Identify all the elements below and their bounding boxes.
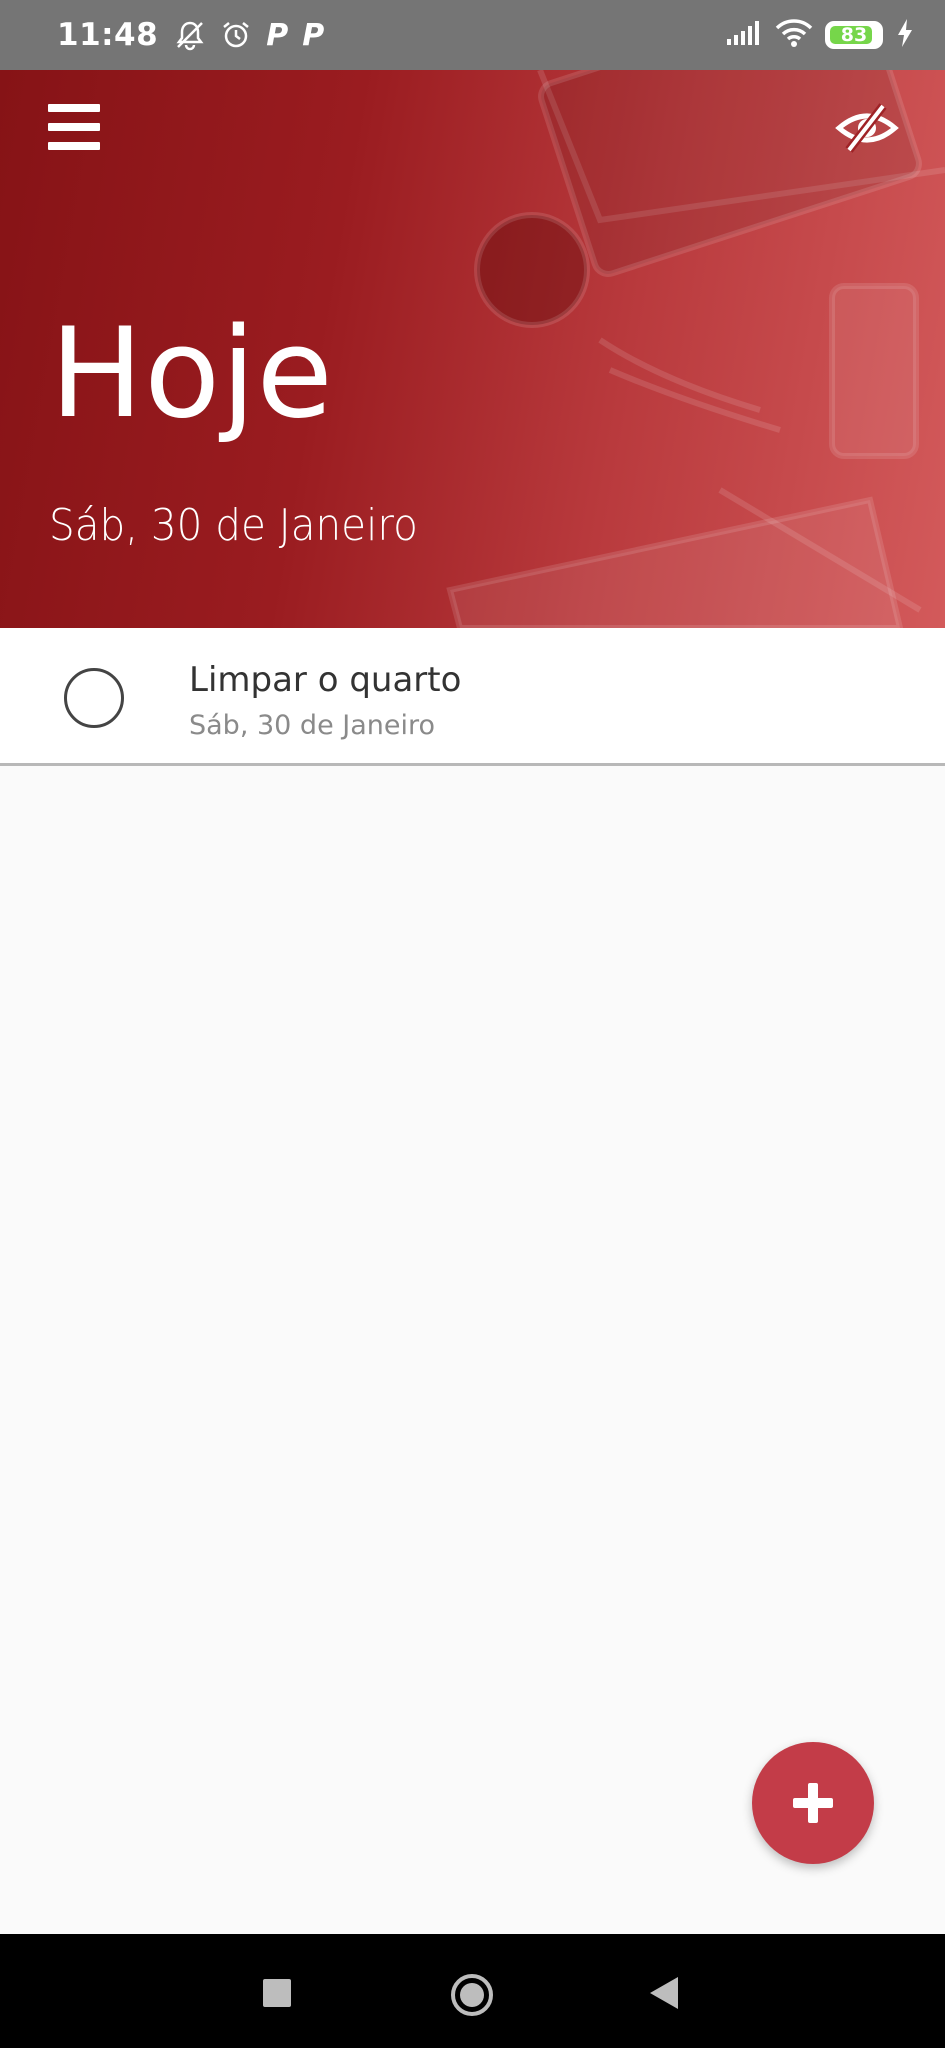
task-row[interactable]: Limpar o quarto Sáb, 30 de Janeiro bbox=[0, 628, 945, 766]
task-name: Limpar o quarto bbox=[189, 660, 462, 700]
battery-icon: 83 bbox=[825, 21, 883, 49]
home-button[interactable] bbox=[451, 1974, 493, 2016]
plus-icon bbox=[793, 1783, 833, 1823]
system-icons: 83 bbox=[725, 18, 915, 53]
battery-level: 83 bbox=[840, 24, 868, 46]
bell-off-icon bbox=[174, 19, 206, 51]
task-checkbox[interactable] bbox=[64, 668, 124, 728]
header-banner: Hoje Sáb, 30 de Janeiro bbox=[0, 70, 945, 628]
task-date: Sáb, 30 de Janeiro bbox=[189, 710, 436, 741]
page-title: Hoje bbox=[50, 302, 334, 446]
navigation-bar bbox=[0, 1934, 945, 2048]
menu-button[interactable] bbox=[48, 104, 100, 150]
status-time: 11:48 bbox=[57, 17, 159, 53]
signal-icon bbox=[725, 19, 763, 52]
notification-icons: P P bbox=[174, 18, 324, 53]
add-task-button[interactable] bbox=[752, 1742, 874, 1864]
p-app-icon: P bbox=[266, 17, 289, 53]
wifi-icon bbox=[775, 18, 813, 53]
recent-apps-button[interactable] bbox=[263, 1979, 291, 2007]
status-bar: 11:48 P P 83 bbox=[0, 0, 945, 70]
back-button[interactable] bbox=[650, 1977, 678, 2009]
eye-off-icon[interactable] bbox=[835, 100, 899, 156]
alarm-icon bbox=[220, 19, 252, 51]
page-date: Sáb, 30 de Janeiro bbox=[49, 500, 418, 551]
p-app-icon: P bbox=[302, 17, 325, 53]
charging-icon bbox=[895, 18, 915, 53]
